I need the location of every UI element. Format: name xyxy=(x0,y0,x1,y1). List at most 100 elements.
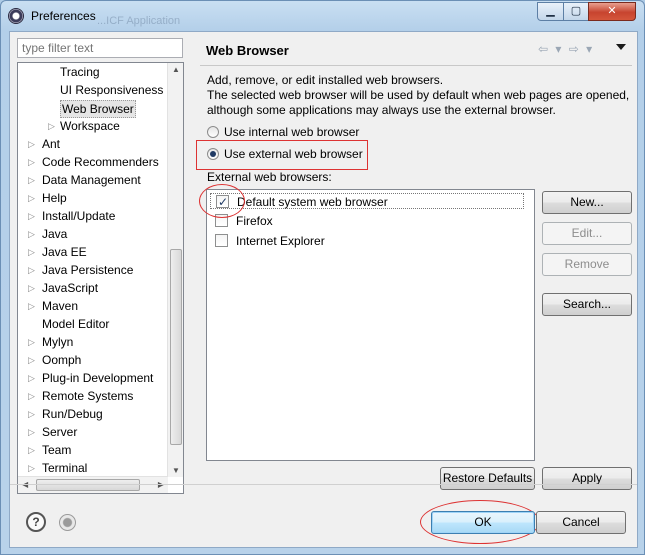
sidebar-item-label: Server xyxy=(42,425,78,439)
title-separator xyxy=(200,65,632,66)
footer-separator xyxy=(10,484,637,485)
description-line: The selected web browser will be used by… xyxy=(207,88,630,102)
window-ghost-title: ...ICF Application xyxy=(97,15,181,27)
restore-defaults-button[interactable]: Restore Defaults xyxy=(440,467,535,490)
expand-arrow-icon[interactable]: ▷ xyxy=(28,172,38,188)
expand-arrow-icon[interactable]: ▷ xyxy=(28,280,38,296)
scroll-up-icon[interactable]: ▲ xyxy=(172,65,180,74)
expand-arrow-icon[interactable]: ▷ xyxy=(28,244,38,260)
sidebar-item[interactable]: ▷ JavaScript xyxy=(18,280,168,296)
expand-arrow-icon[interactable]: ▷ xyxy=(28,208,38,224)
expand-arrow-icon[interactable]: ▷ xyxy=(28,136,38,152)
sidebar-item[interactable]: UI Responsiveness M xyxy=(18,82,177,98)
expand-arrow-icon[interactable]: ▷ xyxy=(28,424,38,440)
sidebar-item-label: Maven xyxy=(42,299,79,313)
sidebar-item-label: Model Editor xyxy=(42,317,110,331)
apply-button[interactable]: Apply xyxy=(542,467,632,490)
expand-arrow-icon[interactable]: ▷ xyxy=(28,370,38,386)
expand-arrow-icon[interactable]: ▷ xyxy=(28,388,38,404)
window-title: Preferences xyxy=(31,9,96,23)
description-line: although some applications may always us… xyxy=(207,103,556,117)
sidebar-item[interactable]: ▷ Code Recommenders xyxy=(18,154,168,170)
sidebar-item[interactable]: ▷ Maven xyxy=(18,298,168,314)
page-description: Add, remove, or edit installed web brows… xyxy=(207,73,632,118)
edit-button[interactable]: Edit... xyxy=(542,222,632,245)
sidebar-item-label: JavaScript xyxy=(42,281,99,295)
expand-arrow-icon[interactable]: ▷ xyxy=(28,352,38,368)
expand-arrow-icon[interactable]: ▷ xyxy=(28,460,38,476)
sidebar-item[interactable]: ▷ Workspace xyxy=(18,118,168,134)
sidebar-item[interactable]: ▷ Team xyxy=(18,442,168,458)
dialog-client: TracingUI Responsiveness MWeb Browser▷Wo… xyxy=(9,31,638,548)
description-line: Add, remove, or edit installed web brows… xyxy=(207,73,444,87)
minimize-button[interactable]: ▁ xyxy=(537,2,564,21)
sidebar-item-label: Remote Systems xyxy=(42,389,134,403)
checkbox-icon[interactable] xyxy=(215,234,228,248)
nav-history-icons[interactable]: ⇦ ▾ ⇨ ▾ xyxy=(538,42,594,56)
expand-arrow-icon[interactable]: ▷ xyxy=(28,154,38,170)
sidebar-item-label: Install/Update xyxy=(42,209,116,223)
cancel-button[interactable]: Cancel xyxy=(536,511,626,534)
sidebar-item-label: Java EE xyxy=(42,245,87,259)
expand-arrow-icon[interactable]: ▷ xyxy=(28,406,38,422)
search-button[interactable]: Search... xyxy=(542,293,632,316)
sidebar-item[interactable]: Web Browser xyxy=(18,100,168,118)
expand-arrow-icon[interactable]: ▷ xyxy=(48,118,58,134)
sidebar-item[interactable]: ▷ Oomph xyxy=(18,352,168,368)
expand-arrow-icon[interactable]: ▷ xyxy=(28,442,38,458)
expand-arrow-icon[interactable]: ▷ xyxy=(28,190,38,206)
sidebar-item[interactable]: ▷ Data Management xyxy=(18,172,168,188)
tree-vertical-thumb[interactable] xyxy=(170,249,182,445)
eclipse-app-icon xyxy=(8,8,24,24)
sidebar-item[interactable]: ▷ Run/Debug xyxy=(18,406,168,422)
title-bar[interactable]: Preferences ...ICF Application ▁ ▢ ✕ xyxy=(1,1,644,31)
expand-arrow-icon[interactable]: ▷ xyxy=(28,334,38,350)
new-button[interactable]: New... xyxy=(542,191,632,214)
sidebar-item[interactable]: ▷ Mylyn xyxy=(18,334,168,350)
radio-button-checked-icon[interactable] xyxy=(207,148,219,160)
list-item[interactable]: Default system web browser xyxy=(210,193,524,210)
sidebar-item[interactable]: ▷ Terminal xyxy=(18,460,168,476)
preferences-window: Preferences ...ICF Application ▁ ▢ ✕ Tra… xyxy=(0,0,645,555)
expand-arrow-icon[interactable]: ▷ xyxy=(28,262,38,278)
ok-button[interactable]: OK xyxy=(431,511,535,534)
sidebar-item-label: Data Management xyxy=(42,173,141,187)
preference-tree[interactable]: Tracing UI Responsiveness M Web Browser ▷ Wo… xyxy=(17,62,184,494)
sidebar-item[interactable]: Model Editor xyxy=(18,316,168,332)
sidebar-item[interactable]: ▷ Java xyxy=(18,226,168,242)
sidebar-item[interactable]: ▷ Install/Update xyxy=(18,208,168,224)
sidebar-item-label: Tracing xyxy=(60,65,100,79)
sidebar-item[interactable]: ▷ Help xyxy=(18,190,168,206)
expand-arrow-icon[interactable]: ▷ xyxy=(28,298,38,314)
sidebar-item-label: Team xyxy=(42,443,72,457)
filter-input[interactable] xyxy=(17,38,183,58)
remove-button[interactable]: Remove xyxy=(542,253,632,276)
sidebar-item-label: Ant xyxy=(42,137,61,151)
maximize-button[interactable]: ▢ xyxy=(563,2,589,21)
list-item[interactable]: Internet Explorer xyxy=(215,233,325,249)
tree-vertical-scrollbar[interactable]: ▲ ▼ xyxy=(167,63,183,477)
tree-horizontal-thumb[interactable] xyxy=(36,479,140,491)
radio-button-icon[interactable] xyxy=(207,126,219,138)
help-icon[interactable]: ? xyxy=(26,512,46,532)
scroll-down-icon[interactable]: ▼ xyxy=(172,466,180,475)
view-menu-icon[interactable] xyxy=(616,44,626,50)
sidebar-item[interactable]: ▷ Remote Systems xyxy=(18,388,168,404)
expand-arrow-icon[interactable]: ▷ xyxy=(28,226,38,242)
sidebar-item-label: Java Persistence xyxy=(42,263,134,277)
record-macro-icon[interactable] xyxy=(59,514,76,531)
external-browsers-label: External web browsers: xyxy=(207,170,332,184)
sidebar-item-label: Workspace xyxy=(60,119,120,133)
page-title: Web Browser xyxy=(206,43,289,58)
sidebar-item[interactable]: ▷ Server xyxy=(18,424,168,440)
sidebar-item[interactable]: ▷ Java Persistence xyxy=(18,262,168,278)
sidebar-item-label: Code Recommenders xyxy=(42,155,159,169)
radio-internal-label: Use internal web browser xyxy=(224,125,360,139)
sidebar-item-label: Web Browser xyxy=(60,100,136,118)
sidebar-item[interactable]: ▷ Plug-in Development xyxy=(18,370,168,386)
close-button[interactable]: ✕ xyxy=(588,2,636,21)
sidebar-item[interactable]: Tracing xyxy=(18,64,168,80)
sidebar-item[interactable]: ▷ Ant xyxy=(18,136,168,152)
browser-list[interactable]: Default system web browser Firefox Inter… xyxy=(206,189,535,461)
sidebar-item[interactable]: ▷ Java EE xyxy=(18,244,168,260)
